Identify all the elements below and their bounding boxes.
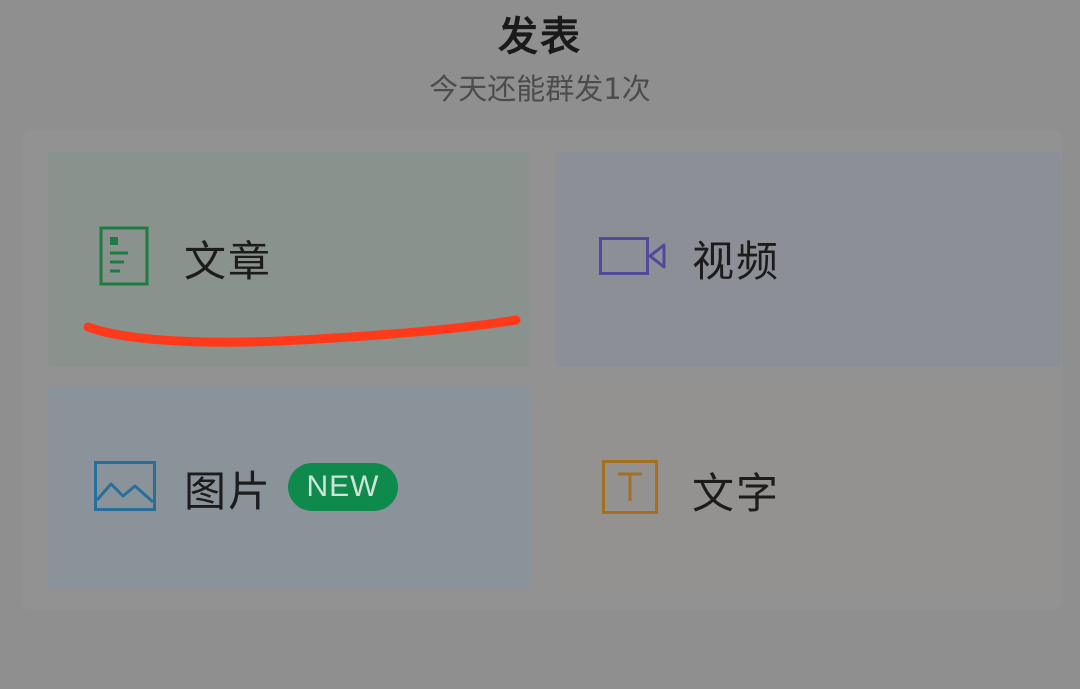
- video-label: 视频: [692, 237, 781, 286]
- image-label: 图片: [184, 467, 273, 516]
- new-badge: NEW: [288, 463, 398, 511]
- page-title: 发表: [498, 14, 582, 60]
- remaining-broadcast-count: 今天还能群发1次: [429, 72, 651, 106]
- text-icon: [602, 460, 658, 514]
- article-label: 文章: [184, 237, 273, 286]
- text-label: 文字: [692, 469, 781, 518]
- video-camera-icon: [599, 237, 666, 275]
- article-icon: [99, 226, 149, 286]
- image-icon: [94, 461, 156, 511]
